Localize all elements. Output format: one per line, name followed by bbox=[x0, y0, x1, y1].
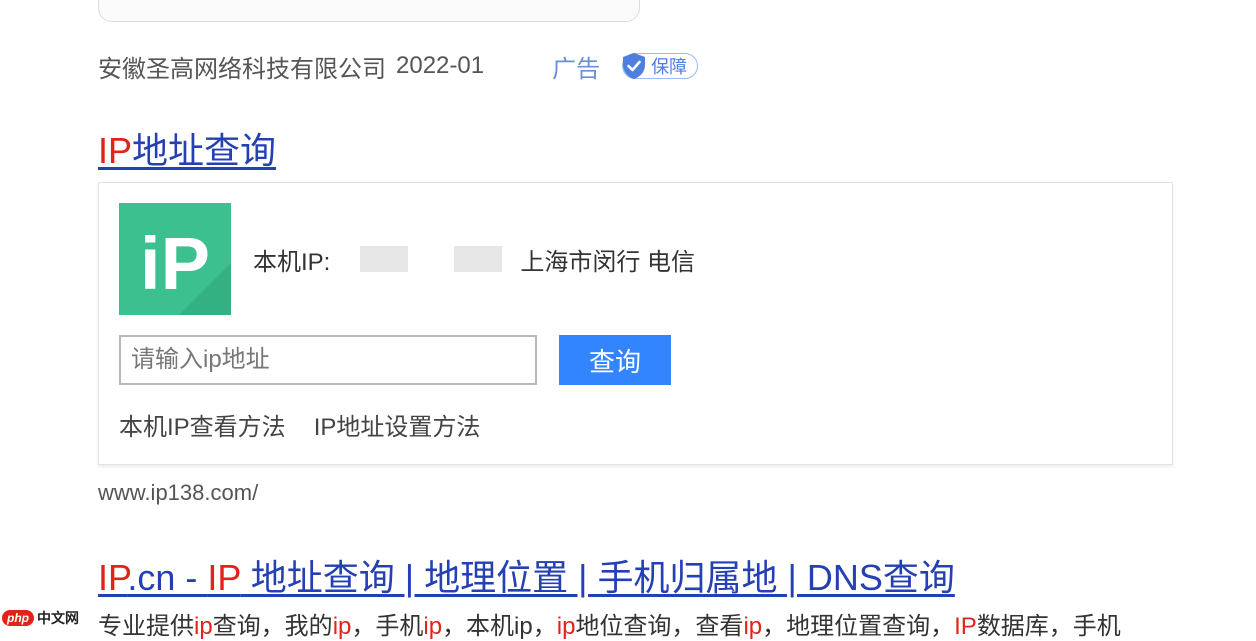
ip-mask-2 bbox=[454, 246, 503, 272]
php-cn-watermark: php 中文网 bbox=[2, 608, 79, 628]
ip-location: 上海市闵行 电信 bbox=[520, 248, 696, 276]
my-ip-line: 本机IP: 上海市闵行 电信 bbox=[253, 239, 695, 279]
ad-date: 2022-01 bbox=[396, 52, 485, 79]
svg-text:iP: iP bbox=[140, 222, 210, 305]
ip-mask-1 bbox=[360, 246, 409, 272]
link-my-ip-method[interactable]: 本机IP查看方法 bbox=[119, 407, 286, 442]
query-button[interactable]: 查询 bbox=[559, 335, 671, 385]
watermark-text: 中文网 bbox=[37, 610, 79, 626]
guarantee-badge[interactable]: 保障 bbox=[622, 53, 699, 79]
ip-address-input[interactable] bbox=[119, 335, 537, 385]
ad-label[interactable]: 广告 bbox=[552, 49, 600, 84]
link-ip-setting-method[interactable]: IP地址设置方法 bbox=[314, 407, 481, 442]
php-logo: php bbox=[2, 610, 34, 626]
result-title-ipcn[interactable]: IP.cn - IP 地址查询 | 地理位置 | 手机归属地 | DNS查询 bbox=[98, 555, 955, 601]
ad-info-line: 安徽圣高网络科技有限公司 2022-01 广告 保障 bbox=[98, 48, 699, 84]
help-links: 本机IP查看方法 IP地址设置方法 bbox=[119, 407, 480, 442]
ip-query-card: iP 本机IP: 上海市闵行 电信 查询 本机IP查看方法 IP地址设置方法 bbox=[98, 182, 1173, 465]
shield-check-icon bbox=[623, 53, 646, 79]
ad-company: 安徽圣高网络科技有限公司 bbox=[98, 55, 386, 83]
search-box-remnant[interactable] bbox=[98, 0, 640, 22]
my-ip-label: 本机IP: bbox=[253, 248, 331, 276]
result-url[interactable]: www.ip138.com/ bbox=[98, 480, 258, 506]
ip-logo-icon: iP bbox=[119, 203, 231, 315]
result-snippet: 专业提供ip查询，我的ip，手机ip，本机ip，ip地位查询，查看ip，地理位置… bbox=[98, 613, 1121, 640]
result-title-ip-query[interactable]: IP地址查询 bbox=[98, 128, 276, 174]
guarantee-label: 保障 bbox=[651, 57, 688, 77]
